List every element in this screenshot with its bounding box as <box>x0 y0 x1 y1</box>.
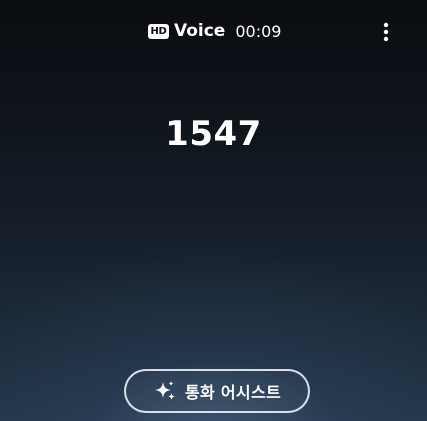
call-info: HD Voice 00:09 <box>148 18 281 44</box>
more-vertical-icon <box>383 22 389 42</box>
caller-number: 1547 <box>165 114 262 154</box>
hd-voice-badge: HD <box>148 23 169 39</box>
sparkle-icon <box>153 379 177 403</box>
call-assist-label: 통화 어시스트 <box>185 383 281 402</box>
call-assist-button[interactable]: 통화 어시스트 <box>124 369 310 413</box>
more-options-button[interactable] <box>375 20 397 44</box>
call-timer: 00:09 <box>235 21 282 41</box>
call-status-bar: HD Voice 00:09 <box>0 18 427 44</box>
call-type-label: Voice <box>174 21 226 41</box>
